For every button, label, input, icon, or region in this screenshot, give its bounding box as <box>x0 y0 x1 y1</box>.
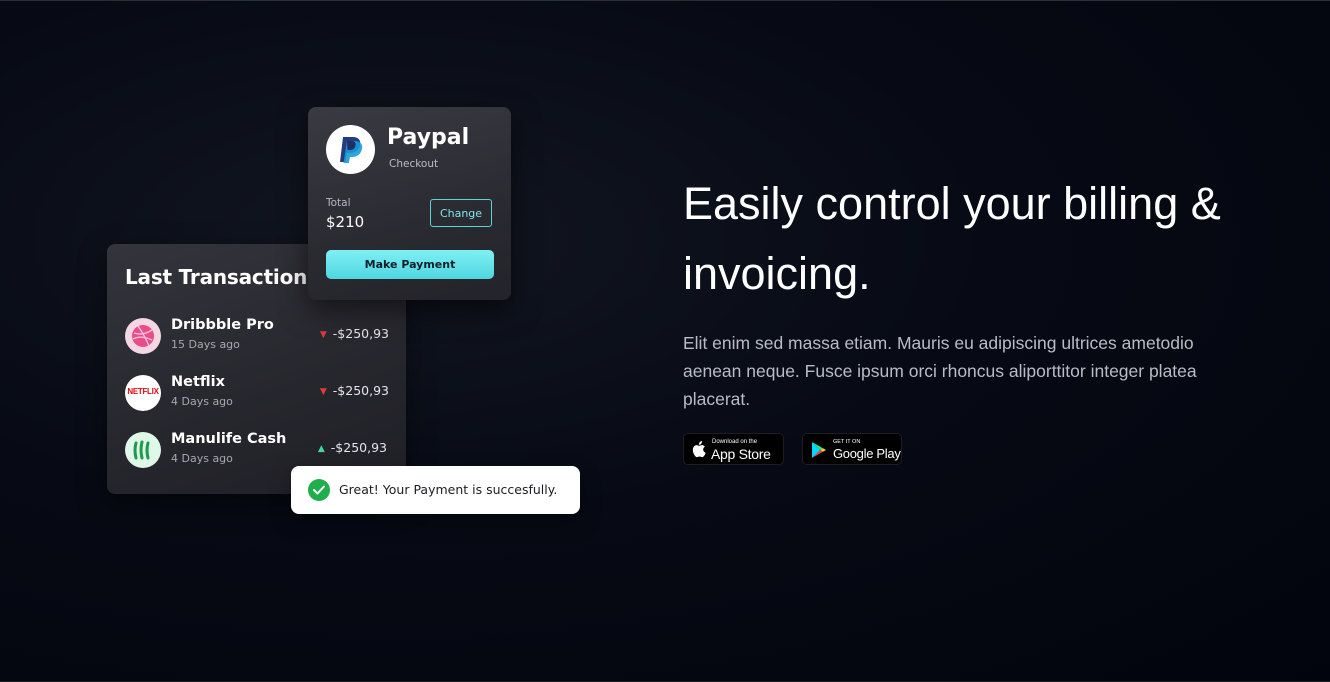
transaction-name: Manulife Cash <box>171 431 287 447</box>
google-play-label: Google Play <box>833 446 901 461</box>
amount-value: -$250,93 <box>330 440 387 455</box>
amount-value: -$250,93 <box>332 383 389 398</box>
paypal-checkout-card: Paypal Checkout Total $210 Change Make P… <box>308 107 511 300</box>
transaction-date: 15 Days ago <box>171 338 240 351</box>
page: Last Transaction Dribbble Pro 15 Days ag… <box>0 0 1330 682</box>
hero-description: Elit enim sed massa etiam. Mauris eu adi… <box>683 333 1197 409</box>
arrow-up-icon: ▲ <box>317 444 325 454</box>
transaction-row[interactable]: Dribbble Pro 15 Days ago ▼ -$250,93 <box>125 316 389 356</box>
app-store-button[interactable]: Download on the App Store <box>683 433 784 465</box>
google-play-small-label: GET IT ON <box>833 439 861 445</box>
make-payment-button[interactable]: Make Payment <box>326 250 494 279</box>
total-value: $210 <box>326 213 365 231</box>
netflix-logo-text: NETFLIX <box>127 387 159 396</box>
netflix-icon: NETFLIX <box>125 375 161 411</box>
change-button[interactable]: Change <box>430 199 492 227</box>
arrow-down-icon: ▼ <box>319 387 327 397</box>
check-circle-icon <box>308 479 330 501</box>
google-play-button[interactable]: GET IT ON Google Play <box>802 433 902 465</box>
paypal-title: Paypal <box>387 125 470 150</box>
toast-message: Great! Your Payment is succesfully. <box>339 482 558 497</box>
transaction-name: Netflix <box>171 374 225 390</box>
dribbble-icon <box>125 318 161 354</box>
payment-success-toast: Great! Your Payment is succesfully. <box>291 466 580 514</box>
transaction-amount: ▼ -$250,93 <box>320 326 389 341</box>
transaction-date: 4 Days ago <box>171 452 233 465</box>
transaction-name: Dribbble Pro <box>171 317 274 333</box>
transaction-date: 4 Days ago <box>171 395 233 408</box>
google-play-icon <box>812 442 826 458</box>
apple-icon <box>692 441 706 458</box>
hero-title: Easily control your billing & invoicing. <box>683 178 1221 299</box>
paypal-subtitle: Checkout <box>389 158 439 170</box>
transaction-amount: ▼ -$250,93 <box>320 383 389 398</box>
paypal-icon <box>326 125 375 174</box>
arrow-down-icon: ▼ <box>319 330 327 340</box>
app-store-label: App Store <box>711 446 771 462</box>
total-label: Total <box>326 197 351 209</box>
amount-value: -$250,93 <box>332 326 389 341</box>
transaction-amount: ▲ -$250,93 <box>318 440 387 455</box>
manulife-icon <box>125 432 161 468</box>
transaction-row[interactable]: NETFLIX Netflix 4 Days ago ▼ -$250,93 <box>125 373 389 413</box>
card-title: Last Transaction <box>125 265 308 289</box>
transaction-row[interactable]: Manulife Cash 4 Days ago ▲ -$250,93 <box>125 430 389 470</box>
app-store-small-label: Download on the <box>712 439 758 445</box>
